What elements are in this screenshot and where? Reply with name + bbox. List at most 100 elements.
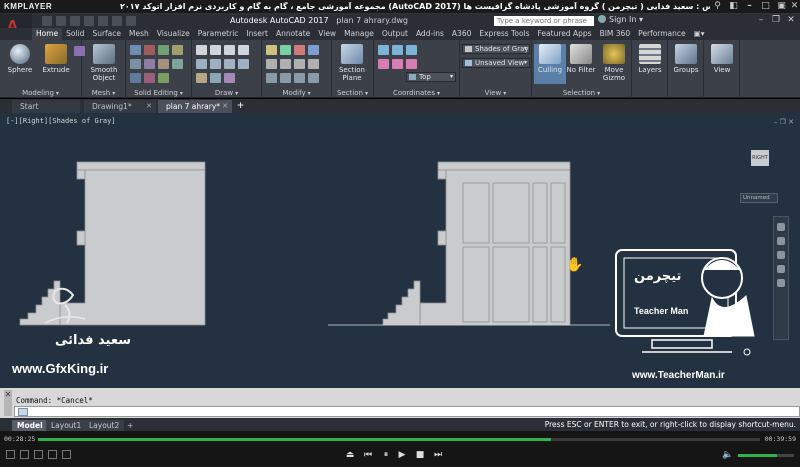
tab-output[interactable]: Output: [378, 28, 412, 40]
pan-icon[interactable]: [777, 237, 785, 245]
tab-layout2[interactable]: Layout2: [84, 420, 125, 431]
rectangle-icon[interactable]: [196, 59, 207, 69]
sphere-button[interactable]: Sphere: [4, 44, 36, 74]
visual-style-dropdown[interactable]: Shades of Gray: [462, 44, 530, 54]
tab-layout1[interactable]: Layout1: [46, 420, 87, 431]
move-gizmo-button[interactable]: Move Gizmo: [598, 44, 630, 82]
fillet-edge-icon[interactable]: [144, 59, 155, 69]
undo-icon[interactable]: [112, 16, 122, 26]
previous-icon[interactable]: ⏮: [362, 449, 374, 461]
ucs-dropdown[interactable]: Top: [406, 72, 456, 82]
ucs-origin-icon[interactable]: [406, 45, 417, 55]
imprint-icon[interactable]: [144, 73, 155, 83]
tab-insert[interactable]: Insert: [242, 28, 272, 40]
eject-icon[interactable]: ⏏: [344, 449, 356, 461]
extract-edges-icon[interactable]: [158, 59, 169, 69]
ucs-x-icon[interactable]: [378, 59, 389, 69]
tab-add-ins[interactable]: Add-ins: [412, 28, 448, 40]
tab-performance[interactable]: Performance: [634, 28, 690, 40]
no-filter-button[interactable]: No Filter: [566, 44, 596, 74]
orbit-icon[interactable]: [777, 265, 785, 273]
tab-start[interactable]: Start: [12, 100, 80, 113]
erase-icon[interactable]: [308, 59, 319, 69]
tab-surface[interactable]: Surface: [88, 28, 125, 40]
tab-view[interactable]: View: [314, 28, 340, 40]
zoom-icon[interactable]: [777, 251, 785, 259]
mirror-icon[interactable]: [308, 45, 319, 55]
ucs-world-icon[interactable]: [392, 45, 403, 55]
move-icon[interactable]: [266, 45, 277, 55]
group-label-section[interactable]: Section: [332, 89, 373, 97]
layers-button[interactable]: Layers: [634, 44, 666, 74]
fullscreen-icon[interactable]: ▣: [776, 1, 787, 12]
fillet-icon[interactable]: [280, 73, 291, 83]
close-tab-icon[interactable]: ✕: [146, 100, 152, 113]
groups-button[interactable]: Groups: [670, 44, 702, 74]
spline-icon[interactable]: [210, 73, 221, 83]
group-label-modeling[interactable]: Modeling: [0, 89, 81, 97]
polygon-icon[interactable]: [210, 59, 221, 69]
command-line-close-icon[interactable]: ✕: [3, 390, 13, 399]
equalizer-icon[interactable]: [62, 450, 71, 459]
named-view-menu[interactable]: Unnamed: [740, 193, 778, 203]
tab-plan-7-ahrary[interactable]: plan 7 ahrary* ✕: [158, 100, 232, 113]
culling-button[interactable]: Culling: [534, 44, 566, 84]
tab-featured-apps[interactable]: Featured Apps: [534, 28, 596, 40]
line-icon[interactable]: [196, 45, 207, 55]
new-icon[interactable]: [42, 16, 52, 26]
save-icon[interactable]: [70, 16, 80, 26]
close-icon[interactable]: ✕: [789, 1, 800, 12]
play-icon[interactable]: ▶: [396, 449, 408, 461]
maximize-icon[interactable]: □: [760, 1, 771, 12]
group-label-coordinates[interactable]: Coordinates: [374, 89, 459, 97]
pin-icon[interactable]: ⚲: [712, 1, 723, 12]
window-restore-icon[interactable]: ❐: [770, 15, 782, 26]
scale-icon[interactable]: [280, 59, 291, 69]
separate-icon[interactable]: [130, 73, 141, 83]
search-input[interactable]: [494, 16, 594, 26]
tab-a360[interactable]: A360: [448, 28, 475, 40]
copy-icon[interactable]: [280, 45, 291, 55]
smooth-object-button[interactable]: Smooth Object: [88, 44, 120, 82]
3d-icon[interactable]: [34, 450, 43, 459]
rotate-icon[interactable]: [294, 45, 305, 55]
showmotion-icon[interactable]: [777, 279, 785, 287]
ucs-icon[interactable]: [378, 45, 389, 55]
tab-parametric[interactable]: Parametric: [194, 28, 243, 40]
ribbon-options-icon[interactable]: ▣▾: [690, 28, 709, 40]
group-label-modify[interactable]: Modify: [262, 89, 331, 97]
tab-annotate[interactable]: Annotate: [272, 28, 314, 40]
settings-icon[interactable]: [20, 450, 29, 459]
arc-icon[interactable]: [238, 45, 249, 55]
section-plane-button[interactable]: Section Plane: [336, 44, 368, 82]
extrude-button[interactable]: Extrude: [40, 44, 72, 74]
slice-icon[interactable]: [172, 45, 183, 55]
viewport-controls-label[interactable]: [-][Right][Shades of Gray]: [6, 117, 116, 125]
redo-icon[interactable]: [126, 16, 136, 26]
ucs-y-icon[interactable]: [392, 59, 403, 69]
plot-icon[interactable]: [98, 16, 108, 26]
open-icon[interactable]: [56, 16, 66, 26]
command-prompt-icon[interactable]: [18, 408, 28, 416]
tab-manage[interactable]: Manage: [340, 28, 378, 40]
seek-bar[interactable]: [38, 438, 760, 441]
save-as-icon[interactable]: [84, 16, 94, 26]
trim-icon[interactable]: [266, 73, 277, 83]
point-icon[interactable]: [224, 73, 235, 83]
new-tab-button[interactable]: +: [235, 101, 246, 111]
group-label-selection[interactable]: Selection: [532, 89, 631, 97]
hatch-icon[interactable]: [238, 59, 249, 69]
group-label-view[interactable]: View: [460, 89, 531, 97]
tab-home[interactable]: Home: [32, 28, 63, 40]
ucs-z-icon[interactable]: [406, 59, 417, 69]
group-label-draw[interactable]: Draw: [192, 89, 261, 97]
add-layout-icon[interactable]: +: [122, 420, 138, 431]
skin-icon[interactable]: ◧: [728, 1, 739, 12]
saved-view-dropdown[interactable]: Unsaved View: [462, 58, 530, 68]
viewport-window-controls[interactable]: – ❐ ✕: [774, 118, 794, 126]
volume-icon[interactable]: 🔈: [722, 449, 734, 461]
next-icon[interactable]: ⏭: [432, 449, 444, 461]
intersect-icon[interactable]: [158, 45, 169, 55]
explode-icon[interactable]: [294, 73, 305, 83]
steering-wheel-icon[interactable]: [777, 223, 785, 231]
